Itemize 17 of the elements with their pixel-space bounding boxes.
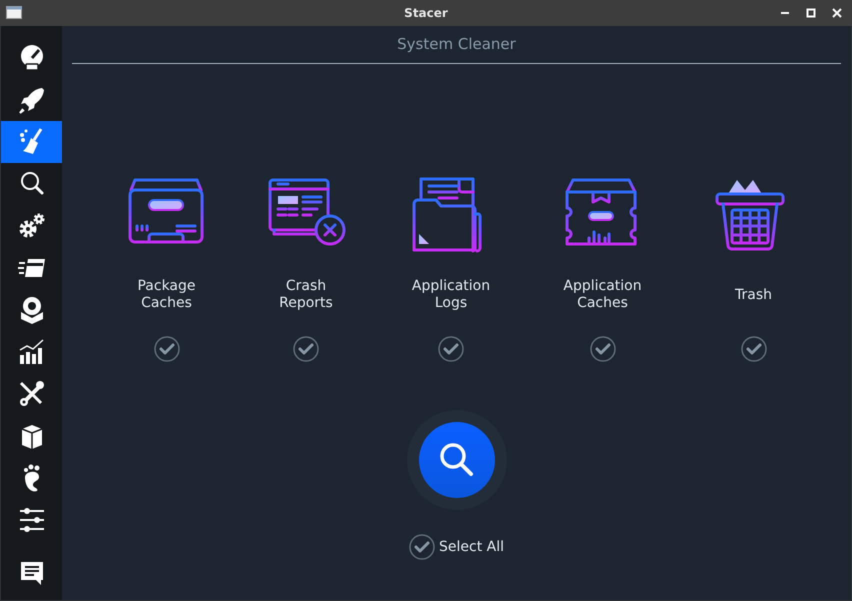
- page-title: System Cleaner: [397, 35, 516, 53]
- rocket-icon: [16, 85, 46, 115]
- category-label: Trash: [735, 286, 772, 304]
- category-label: Application Caches: [563, 278, 642, 312]
- select-all-checkbox[interactable]: [409, 534, 435, 560]
- checkbox[interactable]: [293, 336, 319, 362]
- checkbox[interactable]: [590, 336, 616, 362]
- checkbox[interactable]: [438, 336, 464, 362]
- category-label: Application Logs: [412, 278, 490, 312]
- window-title: Stacer: [404, 5, 448, 22]
- app-icon: [6, 6, 22, 19]
- category-label: Package Caches: [137, 278, 196, 312]
- category-label: Crash Reports: [279, 278, 333, 312]
- select-all-label: Select All: [439, 538, 504, 556]
- search-button[interactable]: [418, 422, 494, 498]
- checkbox[interactable]: [154, 336, 180, 362]
- checkbox[interactable]: [740, 336, 766, 362]
